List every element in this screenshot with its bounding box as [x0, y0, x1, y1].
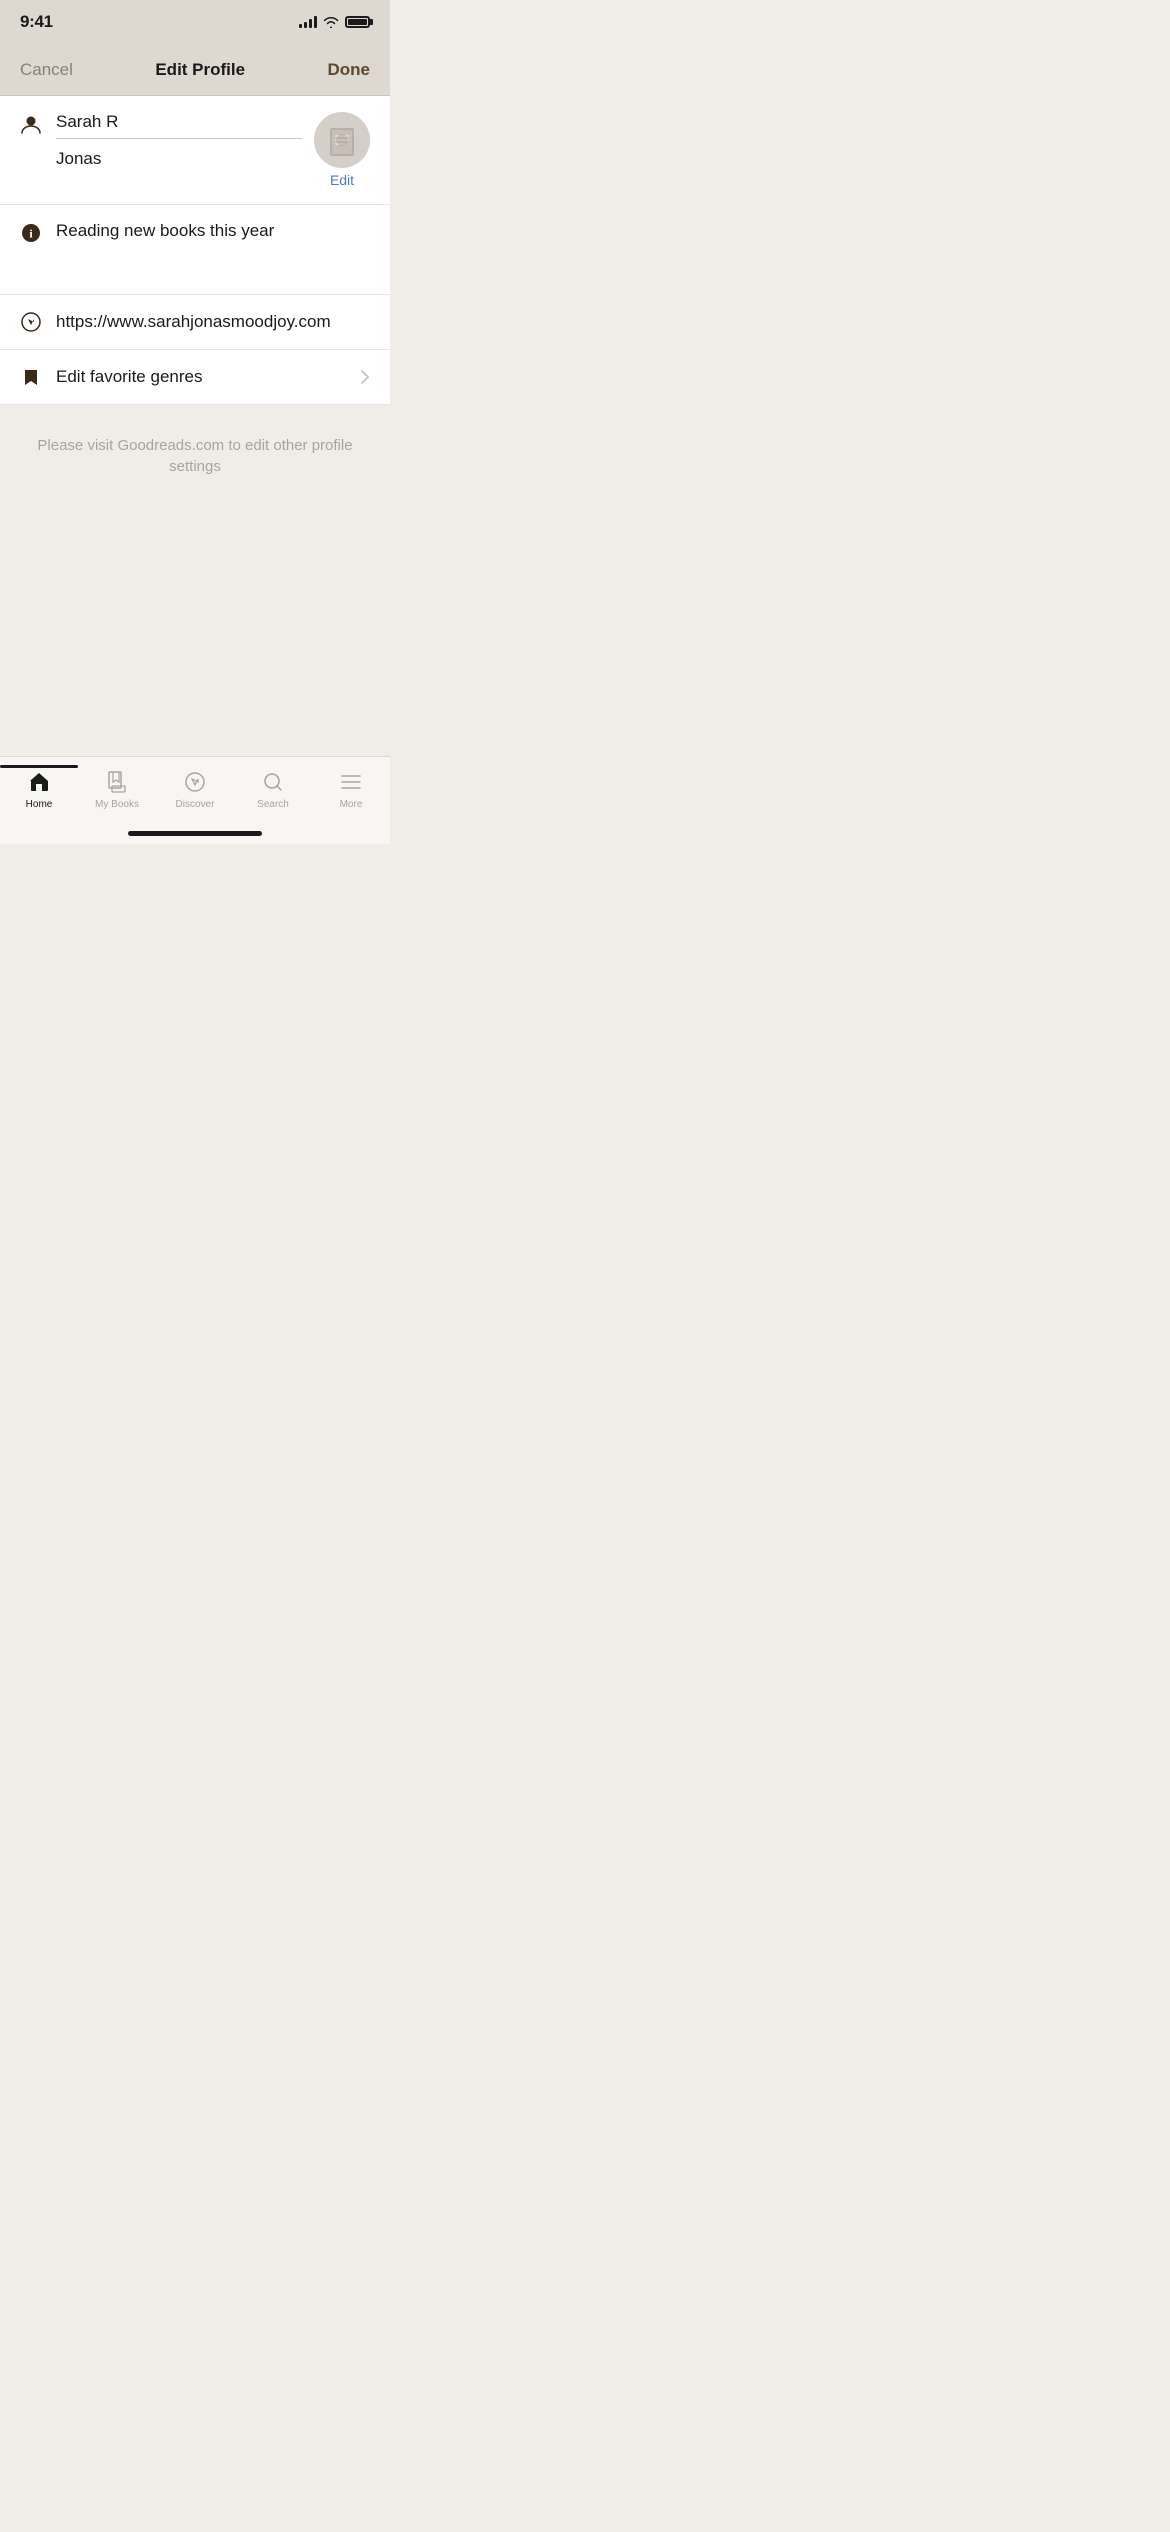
info-icon: i: [20, 222, 42, 244]
avatar: [314, 112, 370, 168]
home-icon: [26, 769, 52, 795]
nav-bar: Cancel Edit Profile Done: [0, 44, 390, 96]
edit-avatar-label[interactable]: Edit: [330, 172, 354, 188]
genres-label: Edit favorite genres: [56, 367, 346, 387]
profile-section: Sarah R Jonas Edit: [0, 96, 390, 205]
bio-section: i Reading new books this year: [0, 205, 390, 295]
goodreads-note: Please visit Goodreads.com to edit other…: [20, 435, 370, 477]
name-fields: Sarah R Jonas: [56, 112, 302, 169]
status-bar: 9:41: [0, 0, 390, 44]
tab-more-label: More: [340, 799, 363, 810]
chevron-right-icon: [360, 369, 370, 385]
url-field[interactable]: https://www.sarahjonasmoodjoy.com: [56, 312, 370, 332]
done-button[interactable]: Done: [328, 60, 371, 80]
tab-search[interactable]: Search: [234, 767, 312, 810]
tab-discover-label: Discover: [176, 799, 215, 810]
battery-icon: [345, 16, 370, 28]
first-name-field[interactable]: Sarah R: [56, 112, 302, 139]
tab-my-books[interactable]: My Books: [78, 767, 156, 810]
url-section: https://www.sarahjonasmoodjoy.com: [0, 295, 390, 350]
profile-fields: Sarah R Jonas: [20, 112, 302, 169]
genres-section[interactable]: Edit favorite genres: [0, 350, 390, 405]
wifi-icon: [323, 16, 339, 28]
bookmark-icon: [20, 366, 42, 388]
more-icon: [338, 769, 364, 795]
status-time: 9:41: [20, 12, 53, 32]
tab-discover[interactable]: Discover: [156, 767, 234, 810]
last-name-field[interactable]: Jonas: [56, 149, 302, 169]
cancel-button[interactable]: Cancel: [20, 60, 73, 80]
my-books-icon: [104, 769, 130, 795]
compass-icon: [20, 311, 42, 333]
avatar-area: Edit: [314, 112, 370, 188]
nav-title: Edit Profile: [155, 60, 245, 80]
tab-home-label: Home: [26, 799, 53, 810]
signal-icon: [299, 16, 317, 28]
tab-my-books-label: My Books: [95, 799, 139, 810]
tab-more[interactable]: More: [312, 767, 390, 810]
search-icon: [260, 769, 286, 795]
bio-field[interactable]: Reading new books this year: [56, 221, 370, 241]
tab-search-label: Search: [257, 799, 289, 810]
home-tab-underline: [0, 765, 78, 768]
status-icons: [299, 16, 370, 28]
home-indicator: [128, 831, 262, 836]
tab-home[interactable]: Home: [0, 767, 78, 810]
discover-icon: [182, 769, 208, 795]
person-icon: [20, 114, 42, 136]
